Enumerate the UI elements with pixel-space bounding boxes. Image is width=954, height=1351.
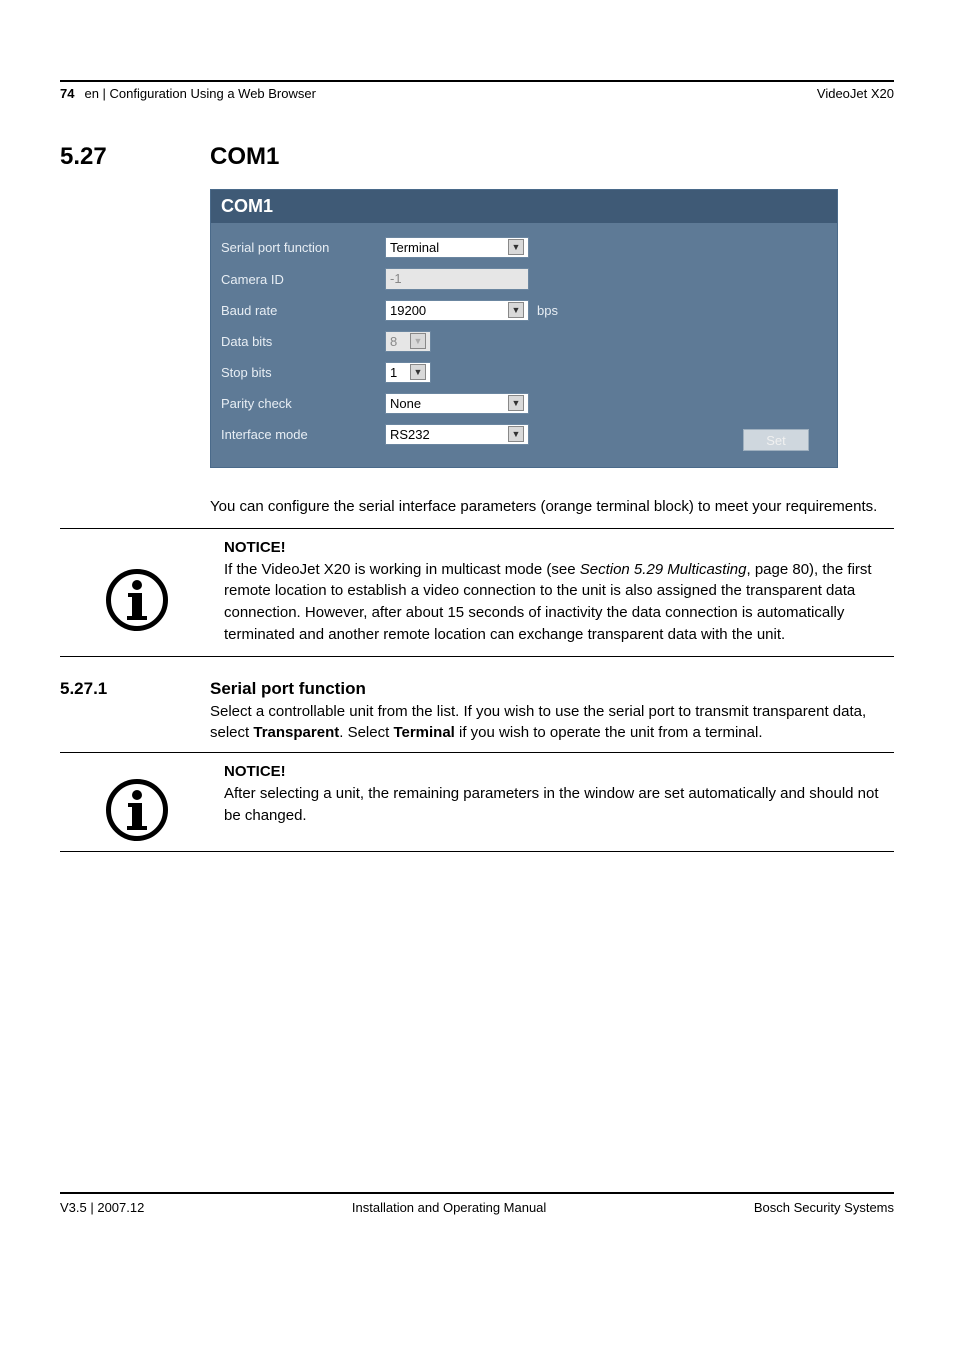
product-name: VideoJet X20 [817,86,894,101]
chevron-down-icon: ▼ [410,333,426,349]
section-heading: 5.27 COM1 [60,143,894,171]
com1-panel: COM1 Serial port function Terminal ▼ Cam… [210,189,838,468]
page-number: 74 [60,86,74,101]
notice-text-pre: If the VideoJet X20 is working in multic… [224,561,580,578]
section-number: 5.27 [60,143,210,171]
notice-block: NOTICE! After selecting a unit, the rema… [60,752,894,852]
chevron-down-icon: ▼ [508,302,524,318]
subsection-title: Serial port function [210,679,366,699]
notice-ref: Section 5.29 Multicasting [580,561,747,578]
unit-bps: bps [537,303,558,318]
set-button[interactable]: Set [743,429,809,451]
chevron-down-icon: ▼ [508,395,524,411]
info-icon [106,779,168,841]
info-icon [106,569,168,631]
chevron-down-icon: ▼ [410,364,426,380]
select-stop-bits[interactable]: 1 ▼ [385,362,431,383]
select-parity-check[interactable]: None ▼ [385,393,529,414]
subsection-number: 5.27.1 [60,679,210,699]
label-serial-port-function: Serial port function [221,240,385,255]
chevron-down-icon: ▼ [508,239,524,255]
page-footer: V3.5 | 2007.12 Installation and Operatin… [60,1192,894,1215]
notice-title: NOTICE! [224,761,894,783]
subsection-heading: 5.27.1 Serial port function [60,679,894,699]
footer-right: Bosch Security Systems [754,1200,894,1215]
label-stop-bits: Stop bits [221,365,385,380]
panel-title: COM1 [211,190,837,223]
label-camera-id: Camera ID [221,272,385,287]
notice-text: After selecting a unit, the remaining pa… [224,785,879,824]
label-data-bits: Data bits [221,334,385,349]
intro-paragraph: You can configure the serial interface p… [210,496,894,518]
select-serial-port-function[interactable]: Terminal ▼ [385,237,529,258]
subsection-paragraph: Select a controllable unit from the list… [210,701,894,745]
select-baud-rate[interactable]: 19200 ▼ [385,300,529,321]
page-header: 74 en | Configuration Using a Web Browse… [60,86,894,107]
label-parity-check: Parity check [221,396,385,411]
select-data-bits: 8 ▼ [385,331,431,352]
input-camera-id: -1 [385,268,529,290]
notice-block: NOTICE! If the VideoJet X20 is working i… [60,528,894,657]
section-title: COM1 [210,143,279,171]
breadcrumb: en | Configuration Using a Web Browser [84,86,315,101]
label-baud-rate: Baud rate [221,303,385,318]
footer-left: V3.5 | 2007.12 [60,1200,144,1215]
notice-title: NOTICE! [224,537,894,559]
footer-center: Installation and Operating Manual [352,1200,546,1215]
